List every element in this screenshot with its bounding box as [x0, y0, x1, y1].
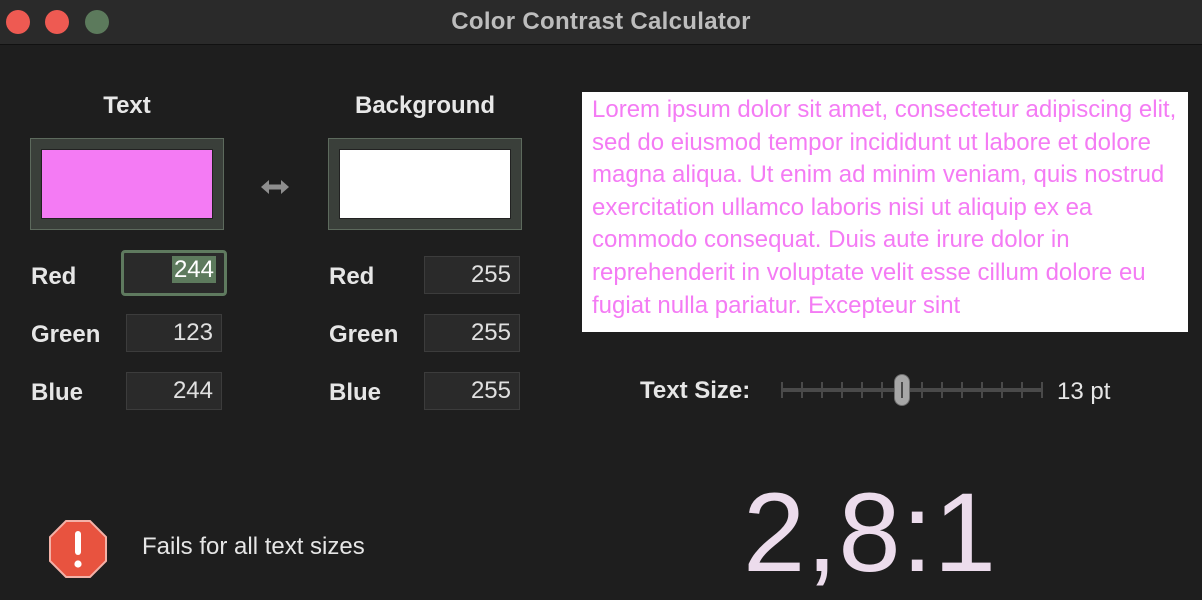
slider-tick [801, 382, 803, 398]
exclamation-octagon-icon [49, 520, 107, 578]
swap-colors-icon[interactable] [258, 172, 292, 202]
slider-tick [1001, 382, 1003, 398]
status-message: Fails for all text sizes [142, 533, 365, 560]
text-red-label: Red [31, 263, 77, 290]
background-red-field[interactable]: 255 [424, 256, 520, 294]
preview-text-area[interactable]: Lorem ipsum dolor sit amet, consectetur … [582, 92, 1188, 332]
background-color-well[interactable] [328, 138, 522, 230]
background-green-label: Green [329, 321, 399, 348]
background-color-heading: Background [354, 92, 495, 119]
text-color-swatch [41, 149, 213, 219]
window-title: Color Contrast Calculator [451, 8, 751, 35]
text-size-label: Text Size: [640, 377, 751, 404]
text-color-heading: Text [103, 92, 151, 119]
slider-tick [941, 382, 943, 398]
slider-tick [821, 382, 823, 398]
text-size-slider[interactable] [781, 374, 1043, 406]
text-size-value: 13 pt [1057, 378, 1111, 405]
text-blue-field[interactable]: 244 [126, 372, 222, 410]
text-red-value: 244 [171, 256, 216, 283]
slider-tick [861, 382, 863, 398]
background-green-field[interactable]: 255 [424, 314, 520, 352]
slider-tick [781, 382, 783, 398]
preview-sample-text: Lorem ipsum dolor sit amet, consectetur … [592, 96, 1177, 319]
title-bar: Color Contrast Calculator [0, 0, 1202, 45]
background-blue-label: Blue [329, 379, 382, 406]
slider-tick [1041, 382, 1043, 398]
text-blue-label: Blue [31, 379, 84, 406]
text-red-field[interactable]: 244 [121, 250, 227, 296]
background-red-label: Red [329, 263, 375, 290]
contrast-ratio: 2,8:1 [742, 470, 998, 595]
background-blue-field[interactable]: 255 [424, 372, 520, 410]
slider-tick [961, 382, 963, 398]
slider-tick [901, 382, 903, 398]
slider-tick [921, 382, 923, 398]
text-green-field[interactable]: 123 [126, 314, 222, 352]
slider-tick [1021, 382, 1023, 398]
text-green-label: Green [31, 321, 101, 348]
text-color-well[interactable] [30, 138, 224, 230]
slider-tick [881, 382, 883, 398]
background-color-swatch [339, 149, 511, 219]
slider-tick [981, 382, 983, 398]
slider-tick [841, 382, 843, 398]
